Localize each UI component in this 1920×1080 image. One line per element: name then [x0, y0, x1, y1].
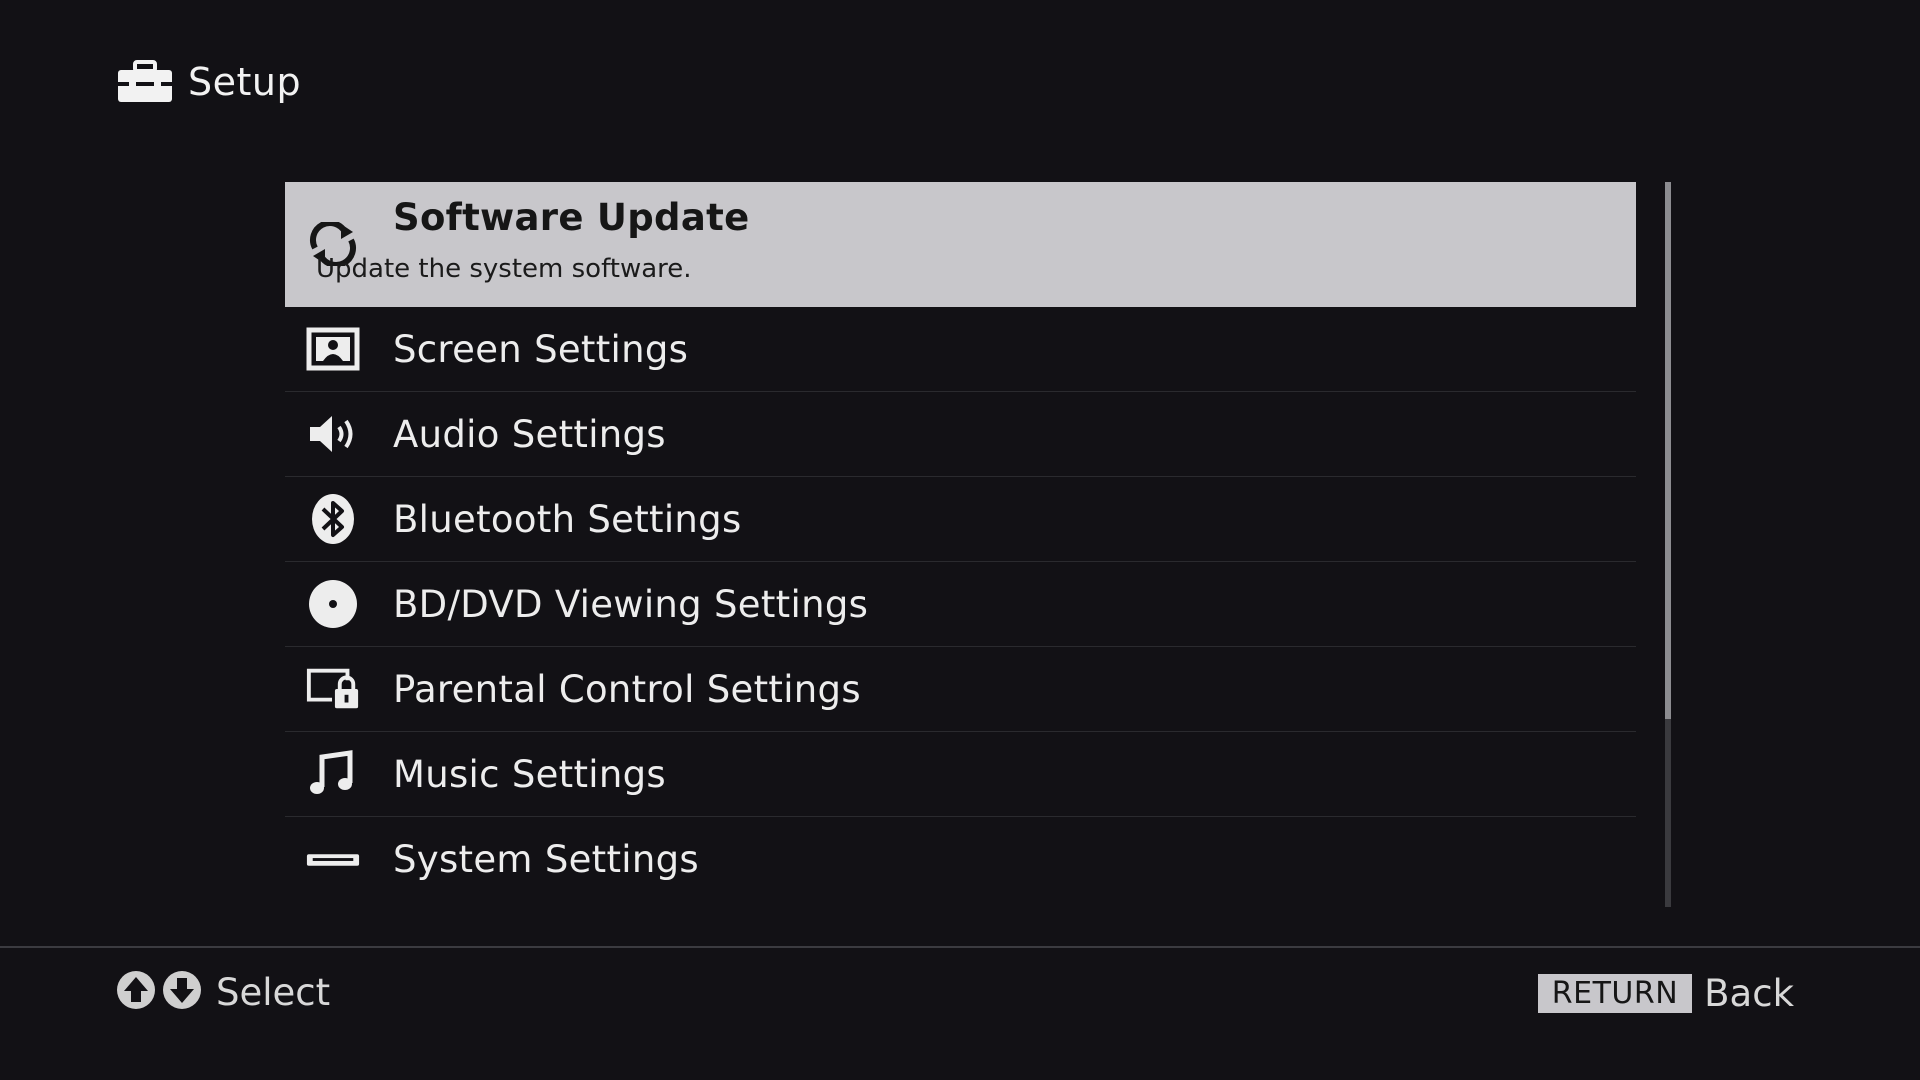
menu-item-label: BD/DVD Viewing Settings	[393, 582, 869, 626]
menu-item-parental-control-settings[interactable]: Parental Control Settings	[285, 647, 1636, 732]
select-hint-label: Select	[216, 970, 331, 1014]
menu-item-music-settings[interactable]: Music Settings	[285, 732, 1636, 817]
toolbox-icon	[116, 60, 174, 104]
menu-item-bd-dvd-viewing-settings[interactable]: BD/DVD Viewing Settings	[285, 562, 1636, 647]
menu-item-label: Software Update	[393, 196, 750, 239]
menu-item-description: Update the system software.	[316, 254, 692, 284]
menu-item-software-update[interactable]: Software Update Update the system softwa…	[285, 182, 1636, 307]
disc-icon	[305, 578, 361, 630]
menu-item-screen-settings[interactable]: Screen Settings	[285, 307, 1636, 392]
setup-screen: Setup Software Update Update the system …	[0, 0, 1920, 1080]
screen-lock-icon	[305, 663, 361, 715]
menu-item-label: System Settings	[393, 838, 699, 881]
menu-item-label: Bluetooth Settings	[393, 497, 742, 541]
bluetooth-icon	[305, 493, 361, 545]
page-title: Setup	[188, 60, 302, 104]
arrow-up-icon	[116, 970, 156, 1014]
menu-item-label: Music Settings	[393, 752, 666, 796]
footer-back-hint[interactable]: RETURN Back	[1537, 972, 1794, 1015]
menu-item-label: Screen Settings	[393, 327, 689, 371]
speaker-icon	[305, 408, 361, 460]
menu-item-bluetooth-settings[interactable]: Bluetooth Settings	[285, 477, 1636, 562]
header: Setup	[116, 60, 301, 104]
device-icon	[305, 834, 361, 886]
music-note-icon	[305, 748, 361, 800]
footer-select-hint: Select	[116, 970, 330, 1014]
scrollbar[interactable]	[1665, 182, 1671, 907]
menu-item-system-settings[interactable]: System Settings	[285, 817, 1636, 902]
back-hint-label: Back	[1704, 972, 1794, 1015]
scrollbar-thumb[interactable]	[1665, 182, 1671, 719]
setup-menu: Software Update Update the system softwa…	[285, 182, 1636, 902]
footer-divider	[0, 946, 1920, 948]
arrow-down-icon	[162, 970, 202, 1014]
menu-item-label: Parental Control Settings	[393, 667, 861, 711]
menu-item-audio-settings[interactable]: Audio Settings	[285, 392, 1636, 477]
return-key-badge[interactable]: RETURN	[1537, 974, 1693, 1013]
screen-icon	[305, 323, 361, 375]
menu-item-label: Audio Settings	[393, 412, 666, 456]
